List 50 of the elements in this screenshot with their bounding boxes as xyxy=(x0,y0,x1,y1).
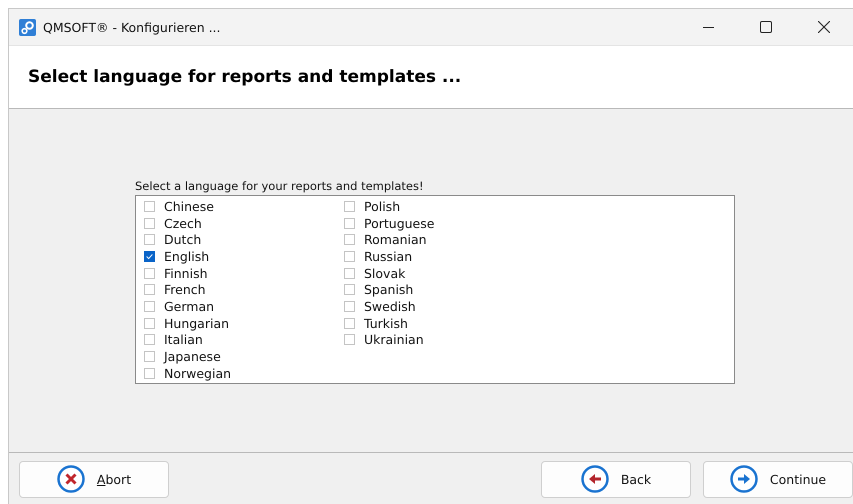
maximize-icon xyxy=(760,21,772,33)
checkbox[interactable] xyxy=(344,200,355,212)
language-option[interactable]: Italian xyxy=(144,332,203,348)
language-option[interactable]: German xyxy=(144,298,214,315)
language-option[interactable]: Norwegian xyxy=(144,364,232,382)
language-option[interactable]: Swedish xyxy=(344,298,416,315)
language-option[interactable]: English xyxy=(144,248,210,265)
checkbox[interactable] xyxy=(344,334,355,346)
checkbox[interactable] xyxy=(144,318,155,329)
language-option[interactable]: Finnish xyxy=(144,264,208,282)
checkbox[interactable] xyxy=(344,268,355,279)
language-option[interactable]: Ukrainian xyxy=(344,332,424,348)
checkbox[interactable] xyxy=(344,250,355,262)
checkbox[interactable] xyxy=(144,268,155,279)
page-heading: Select language for reports and templates ... xyxy=(28,67,462,87)
checkbox[interactable] xyxy=(144,234,155,246)
checkbox[interactable] xyxy=(144,368,155,379)
close-icon xyxy=(818,21,830,33)
checkbox[interactable] xyxy=(344,300,355,312)
continue-button[interactable]: Continue xyxy=(703,460,853,498)
language-option[interactable]: Czech xyxy=(144,214,202,232)
language-option[interactable]: Japanese xyxy=(144,348,221,365)
back-button[interactable]: Back xyxy=(541,460,691,498)
checkbox[interactable] xyxy=(344,218,355,229)
minimize-icon xyxy=(702,26,714,28)
language-option[interactable]: Portuguese xyxy=(344,214,434,232)
language-option[interactable]: Romanian xyxy=(344,231,427,248)
checkbox[interactable] xyxy=(344,318,355,329)
language-option[interactable]: Spanish xyxy=(344,281,414,298)
language-option[interactable]: Polish xyxy=(344,198,400,215)
abort-button[interactable]: Abort xyxy=(19,460,169,498)
checkbox[interactable] xyxy=(144,250,155,262)
close-icon xyxy=(56,465,85,493)
checkbox[interactable] xyxy=(144,334,155,346)
checkbox[interactable] xyxy=(344,234,355,246)
checkbox[interactable] xyxy=(144,200,155,212)
checkbox[interactable] xyxy=(144,218,155,229)
list-label: Select a language for your reports and templates! xyxy=(135,179,425,193)
checkbox[interactable] xyxy=(344,284,355,296)
language-option[interactable]: Hungarian xyxy=(144,314,230,332)
language-option[interactable]: French xyxy=(144,281,206,298)
language-option[interactable]: Chinese xyxy=(144,198,214,215)
language-option[interactable]: Turkish xyxy=(344,314,408,332)
checkbox[interactable] xyxy=(144,300,155,312)
checkbox[interactable] xyxy=(144,284,155,296)
window-title: QMSOFT® - Konfigurieren ... xyxy=(43,20,222,34)
language-option[interactable]: Dutch xyxy=(144,231,202,248)
language-option[interactable]: Russian xyxy=(344,248,412,265)
checkbox[interactable] xyxy=(144,351,155,362)
language-option[interactable]: Slovak xyxy=(344,264,406,282)
